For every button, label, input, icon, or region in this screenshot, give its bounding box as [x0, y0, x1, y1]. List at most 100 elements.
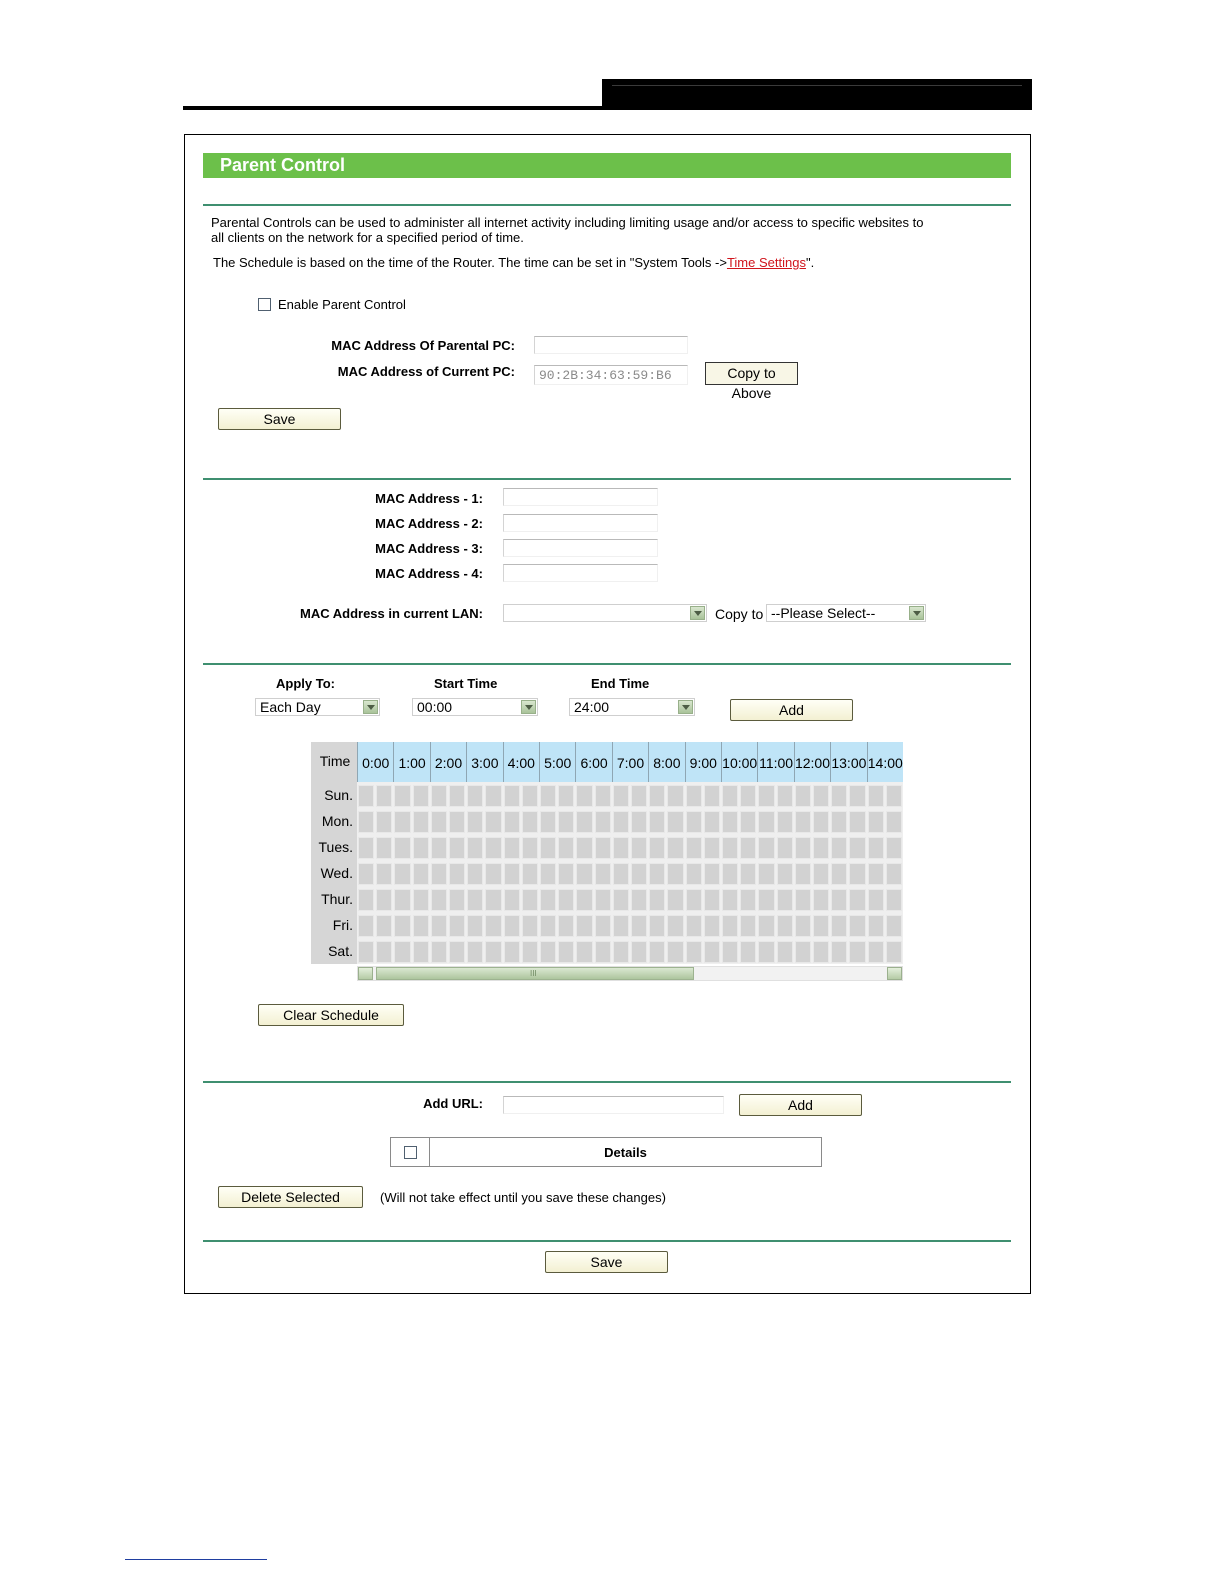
schedule-cell[interactable] — [885, 785, 902, 807]
schedule-cell[interactable] — [831, 785, 848, 807]
schedule-cell[interactable] — [740, 811, 757, 833]
schedule-cell[interactable] — [430, 915, 447, 937]
schedule-cell[interactable] — [722, 811, 739, 833]
schedule-cell[interactable] — [722, 915, 739, 937]
schedule-cell[interactable] — [467, 889, 484, 911]
schedule-cell[interactable] — [776, 941, 793, 963]
schedule-cell[interactable] — [576, 941, 593, 963]
schedule-cell[interactable] — [703, 863, 720, 885]
schedule-cell[interactable] — [485, 785, 502, 807]
schedule-cell[interactable] — [521, 915, 538, 937]
schedule-cell[interactable] — [558, 941, 575, 963]
schedule-cell[interactable] — [594, 785, 611, 807]
schedule-cell[interactable] — [503, 941, 520, 963]
schedule-cell[interactable] — [885, 889, 902, 911]
schedule-cell[interactable] — [703, 837, 720, 859]
schedule-cell[interactable] — [685, 889, 702, 911]
schedule-cell[interactable] — [722, 889, 739, 911]
schedule-cell[interactable] — [485, 915, 502, 937]
schedule-cell[interactable] — [376, 785, 393, 807]
scroll-thumb[interactable]: III — [376, 967, 694, 980]
schedule-cell[interactable] — [776, 863, 793, 885]
schedule-cell[interactable] — [503, 915, 520, 937]
schedule-cell[interactable] — [376, 811, 393, 833]
schedule-cell[interactable] — [612, 785, 629, 807]
schedule-cell[interactable] — [813, 889, 830, 911]
schedule-cell[interactable] — [358, 889, 375, 911]
schedule-cell[interactable] — [394, 837, 411, 859]
schedule-cell[interactable] — [594, 863, 611, 885]
schedule-cell[interactable] — [740, 941, 757, 963]
schedule-cell[interactable] — [831, 941, 848, 963]
schedule-cell[interactable] — [631, 785, 648, 807]
schedule-cell[interactable] — [885, 915, 902, 937]
schedule-cell[interactable] — [376, 837, 393, 859]
schedule-cell[interactable] — [885, 941, 902, 963]
schedule-cell[interactable] — [885, 811, 902, 833]
schedule-cell[interactable] — [849, 837, 866, 859]
schedule-cell[interactable] — [649, 837, 666, 859]
schedule-cell[interactable] — [612, 837, 629, 859]
schedule-cell[interactable] — [813, 915, 830, 937]
schedule-cell[interactable] — [540, 811, 557, 833]
schedule-cell[interactable] — [885, 863, 902, 885]
schedule-cell[interactable] — [376, 915, 393, 937]
schedule-cell[interactable] — [776, 837, 793, 859]
schedule-cell[interactable] — [467, 811, 484, 833]
schedule-cell[interactable] — [412, 889, 429, 911]
mac3-input[interactable] — [503, 539, 658, 557]
schedule-cell[interactable] — [667, 863, 684, 885]
schedule-cell[interactable] — [758, 811, 775, 833]
schedule-cell[interactable] — [576, 889, 593, 911]
schedule-cell[interactable] — [722, 863, 739, 885]
time-settings-link[interactable]: Time Settings — [727, 255, 806, 270]
schedule-cell[interactable] — [794, 915, 811, 937]
schedule-cell[interactable] — [503, 889, 520, 911]
delete-selected-button[interactable]: Delete Selected — [218, 1186, 363, 1208]
schedule-cell[interactable] — [776, 889, 793, 911]
schedule-cell[interactable] — [794, 889, 811, 911]
schedule-cell[interactable] — [813, 785, 830, 807]
schedule-cell[interactable] — [540, 941, 557, 963]
schedule-cell[interactable] — [831, 915, 848, 937]
schedule-cell[interactable] — [576, 785, 593, 807]
schedule-cell[interactable] — [722, 785, 739, 807]
schedule-cell[interactable] — [685, 915, 702, 937]
schedule-cell[interactable] — [430, 941, 447, 963]
schedule-cell[interactable] — [376, 889, 393, 911]
schedule-cell[interactable] — [394, 941, 411, 963]
schedule-cell[interactable] — [449, 915, 466, 937]
schedule-cell[interactable] — [485, 863, 502, 885]
schedule-cell[interactable] — [831, 889, 848, 911]
schedule-cell[interactable] — [412, 915, 429, 937]
mac2-input[interactable] — [503, 514, 658, 532]
schedule-cell[interactable] — [594, 811, 611, 833]
schedule-cell[interactable] — [740, 837, 757, 859]
schedule-cell[interactable] — [849, 785, 866, 807]
schedule-cell[interactable] — [813, 837, 830, 859]
schedule-cell[interactable] — [521, 811, 538, 833]
schedule-cell[interactable] — [412, 863, 429, 885]
schedule-cell[interactable] — [885, 837, 902, 859]
schedule-cell[interactable] — [722, 837, 739, 859]
schedule-cell[interactable] — [540, 785, 557, 807]
schedule-cell[interactable] — [758, 889, 775, 911]
schedule-cell[interactable] — [430, 785, 447, 807]
schedule-cell[interactable] — [376, 941, 393, 963]
schedule-cell[interactable] — [358, 837, 375, 859]
schedule-cell[interactable] — [649, 889, 666, 911]
schedule-cell[interactable] — [449, 837, 466, 859]
schedule-cell[interactable] — [703, 811, 720, 833]
schedule-cell[interactable] — [776, 915, 793, 937]
schedule-cell[interactable] — [631, 863, 648, 885]
schedule-cell[interactable] — [358, 785, 375, 807]
schedule-cell[interactable] — [412, 811, 429, 833]
schedule-cell[interactable] — [631, 941, 648, 963]
schedule-cell[interactable] — [449, 863, 466, 885]
schedule-cell[interactable] — [485, 889, 502, 911]
schedule-cell[interactable] — [867, 837, 884, 859]
schedule-cell[interactable] — [521, 837, 538, 859]
schedule-cell[interactable] — [631, 811, 648, 833]
schedule-cell[interactable] — [667, 837, 684, 859]
schedule-cell[interactable] — [467, 837, 484, 859]
